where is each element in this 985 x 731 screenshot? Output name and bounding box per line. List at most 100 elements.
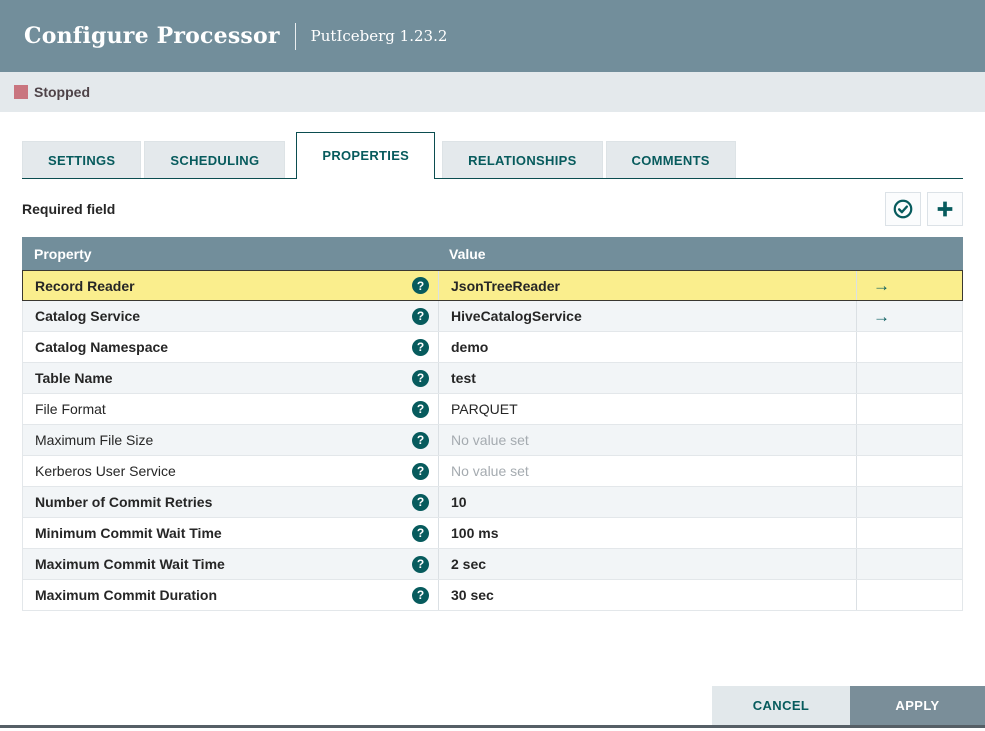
help-icon[interactable]: ?	[412, 400, 429, 418]
help-icon[interactable]: ?	[412, 555, 429, 573]
table-row[interactable]: Record Reader ? JsonTreeReader →	[22, 270, 963, 301]
property-value: 2 sec	[451, 556, 487, 572]
tab-label: PROPERTIES	[322, 148, 410, 163]
tab-relationships[interactable]: RELATIONSHIPS	[442, 141, 603, 178]
configure-processor-dialog: Configure Processor PutIceberg 1.23.2 St…	[0, 0, 985, 728]
value-cell[interactable]: test	[438, 363, 856, 393]
help-icon[interactable]: ?	[412, 277, 429, 294]
property-cell: Maximum Commit Duration ?	[23, 580, 438, 610]
goto-cell: →	[856, 271, 962, 300]
table-row[interactable]: Minimum Commit Wait Time ? 100 ms →	[22, 518, 963, 549]
help-icon[interactable]: ?	[412, 307, 429, 325]
title-divider	[294, 22, 296, 50]
value-cell[interactable]: No value set	[438, 425, 856, 455]
tab-label: COMMENTS	[631, 152, 710, 168]
table-row[interactable]: Catalog Service ? HiveCatalogService →	[22, 301, 963, 332]
value-cell[interactable]: demo	[438, 332, 856, 362]
property-cell: Minimum Commit Wait Time ?	[23, 518, 438, 548]
cancel-button[interactable]: CANCEL	[712, 686, 850, 725]
property-name: File Format	[35, 401, 106, 417]
tab-properties[interactable]: PROPERTIES	[296, 132, 436, 179]
help-icon[interactable]: ?	[412, 338, 429, 356]
property-value: 30 sec	[451, 587, 494, 603]
property-name: Maximum File Size	[35, 432, 154, 448]
help-icon[interactable]: ?	[412, 462, 429, 480]
goto-cell: →	[856, 456, 962, 486]
plus-icon	[934, 198, 956, 220]
property-value: demo	[451, 339, 489, 355]
dialog-footer: CANCEL APPLY	[712, 686, 985, 725]
table-row[interactable]: Kerberos User Service ? No value set →	[22, 456, 963, 487]
value-cell[interactable]: 2 sec	[438, 549, 856, 579]
table-header-row: Property Value	[22, 237, 963, 270]
table-body: Record Reader ? JsonTreeReader → Catalog…	[22, 270, 963, 611]
property-value: 100 ms	[451, 525, 499, 541]
help-icon[interactable]: ?	[412, 586, 429, 604]
property-name: Maximum Commit Duration	[35, 587, 218, 603]
apply-button[interactable]: APPLY	[850, 686, 985, 725]
tab-scheduling[interactable]: SCHEDULING	[144, 141, 286, 178]
processor-type-version: PutIceberg 1.23.2	[310, 27, 448, 45]
property-name: Kerberos User Service	[35, 463, 176, 479]
property-name: Number of Commit Retries	[35, 494, 213, 510]
property-value: JsonTreeReader	[451, 277, 560, 294]
required-field-label: Required field	[22, 201, 116, 217]
help-icon[interactable]: ?	[412, 369, 429, 387]
column-header-property: Property	[34, 245, 92, 262]
help-icon[interactable]: ?	[412, 524, 429, 542]
goto-cell: →	[856, 301, 962, 331]
dialog-titlebar: Configure Processor PutIceberg 1.23.2	[0, 0, 985, 72]
table-row[interactable]: Number of Commit Retries ? 10 →	[22, 487, 963, 518]
goto-cell: →	[856, 363, 962, 393]
value-cell[interactable]: 30 sec	[438, 580, 856, 610]
goto-cell: →	[856, 332, 962, 362]
goto-service-icon[interactable]: →	[873, 308, 890, 325]
goto-service-icon[interactable]: →	[873, 277, 890, 294]
property-name: Catalog Service	[35, 308, 141, 324]
tab-label: SCHEDULING	[170, 152, 260, 168]
goto-cell: →	[856, 425, 962, 455]
property-name: Catalog Namespace	[35, 339, 169, 355]
column-header-value: Value	[449, 245, 486, 262]
help-icon[interactable]: ?	[412, 431, 429, 449]
value-cell[interactable]: PARQUET	[438, 394, 856, 424]
table-row[interactable]: Maximum Commit Duration ? 30 sec →	[22, 580, 963, 611]
value-cell[interactable]: JsonTreeReader	[438, 271, 856, 300]
dialog-title: Configure Processor	[24, 23, 280, 49]
property-value: HiveCatalogService	[451, 308, 582, 324]
property-value: PARQUET	[451, 401, 518, 417]
table-row[interactable]: File Format ? PARQUET →	[22, 394, 963, 425]
property-cell: Catalog Service ?	[23, 301, 438, 331]
property-cell: Catalog Namespace ?	[23, 332, 438, 362]
table-row[interactable]: Maximum File Size ? No value set →	[22, 425, 963, 456]
value-cell[interactable]: HiveCatalogService	[438, 301, 856, 331]
value-cell[interactable]: 100 ms	[438, 518, 856, 548]
goto-cell: →	[856, 487, 962, 517]
add-property-button[interactable]	[927, 192, 963, 226]
goto-cell: →	[856, 549, 962, 579]
table-row[interactable]: Catalog Namespace ? demo →	[22, 332, 963, 363]
value-cell[interactable]: No value set	[438, 456, 856, 486]
properties-table: Property Value Record Reader ? JsonTreeR…	[22, 237, 963, 611]
table-row[interactable]: Maximum Commit Wait Time ? 2 sec →	[22, 549, 963, 580]
value-cell[interactable]: 10	[438, 487, 856, 517]
tab-settings[interactable]: SETTINGS	[22, 141, 142, 178]
property-name: Record Reader	[35, 277, 135, 294]
verify-properties-button[interactable]	[885, 192, 921, 226]
property-cell: Record Reader ?	[23, 271, 438, 300]
property-cell: Kerberos User Service ?	[23, 456, 438, 486]
properties-toolbar: Required field	[22, 192, 963, 226]
property-cell: Table Name ?	[23, 363, 438, 393]
table-row[interactable]: Table Name ? test →	[22, 363, 963, 394]
tab-label: SETTINGS	[48, 152, 116, 168]
help-icon[interactable]: ?	[412, 493, 429, 511]
property-cell: Maximum File Size ?	[23, 425, 438, 455]
property-name: Maximum Commit Wait Time	[35, 556, 225, 572]
goto-cell: →	[856, 518, 962, 548]
property-cell: File Format ?	[23, 394, 438, 424]
tab-comments[interactable]: COMMENTS	[605, 141, 736, 178]
goto-cell: →	[856, 580, 962, 610]
status-label: Stopped	[34, 84, 90, 100]
property-cell: Maximum Commit Wait Time ?	[23, 549, 438, 579]
stopped-status-icon	[14, 85, 28, 99]
